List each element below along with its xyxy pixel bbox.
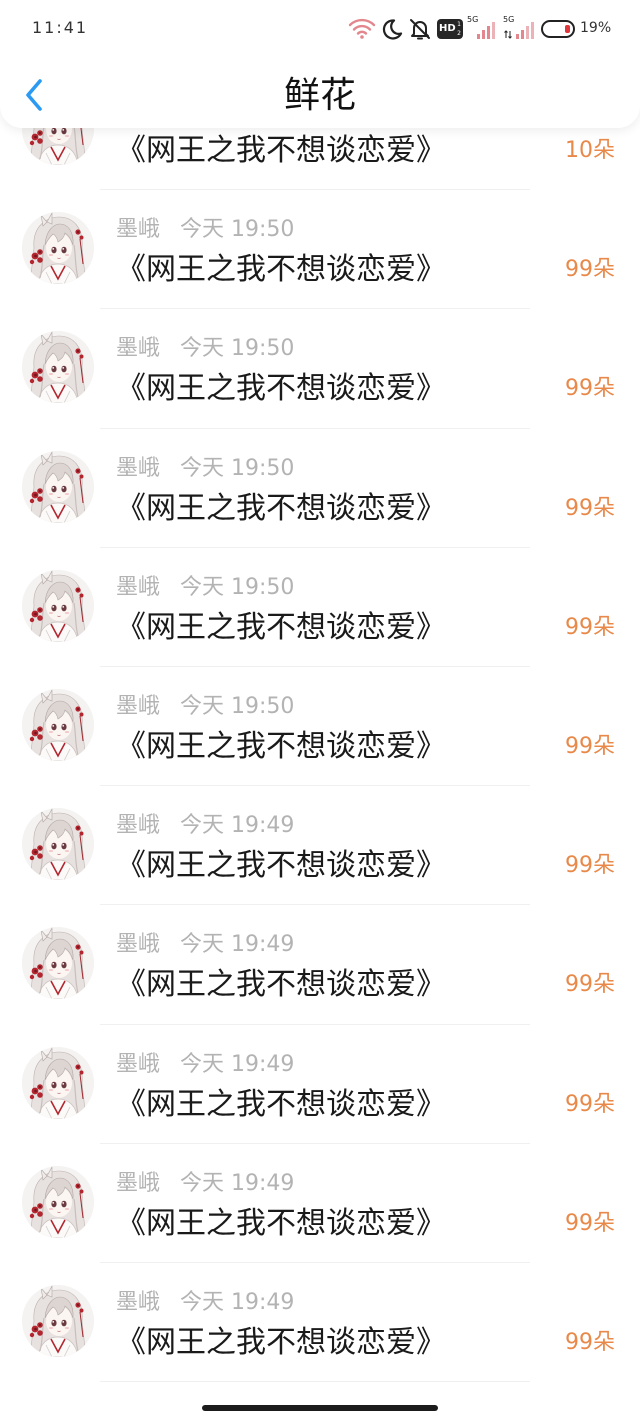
flower-gift-list[interactable]: 《网王之我不想谈恋爱》 10朵 墨峨 今天 19:50 《网王之我不想谈恋爱》 9…: [0, 71, 640, 1383]
list-item[interactable]: 墨峨 今天 19:49 《网王之我不想谈恋爱》 99朵: [0, 1025, 640, 1144]
book-title: 《网王之我不想谈恋爱》: [116, 848, 446, 884]
sender-name: 墨峨: [116, 1051, 161, 1077]
book-title: 《网王之我不想谈恋爱》: [116, 490, 446, 526]
gift-time: 今天 19:49: [180, 932, 295, 958]
hd-label: HD: [439, 23, 456, 34]
list-item[interactable]: 墨峨 今天 19:49 《网王之我不想谈恋爱》 99朵: [0, 1144, 640, 1264]
sender-name: 墨峨: [116, 336, 161, 362]
wifi-icon: [348, 18, 376, 39]
home-indicator[interactable]: [202, 1405, 438, 1411]
network-type-label: 5G: [503, 15, 515, 24]
flower-count: 99朵: [565, 1091, 615, 1117]
gift-time: 今天 19:49: [180, 1170, 295, 1196]
battery-level: [565, 25, 570, 33]
avatar[interactable]: [22, 927, 94, 1000]
sender-name: 墨峨: [116, 813, 161, 839]
book-title: 《网王之我不想谈恋爱》: [116, 133, 446, 168]
flower-count: 99朵: [565, 1329, 615, 1355]
signal-sim2: 5G: [503, 15, 536, 41]
sender-name: 墨峨: [116, 1170, 161, 1196]
gift-meta: 墨峨 今天 19:50: [116, 336, 294, 362]
flower-count: 10朵: [565, 138, 615, 163]
gift-meta: 墨峨 今天 19:49: [116, 813, 294, 839]
data-activity-icon: [504, 30, 512, 39]
book-title: 《网王之我不想谈恋爱》: [116, 967, 446, 1003]
flower-count: 99朵: [565, 614, 615, 640]
hd-sim-bottom: 2: [457, 30, 461, 37]
list-item[interactable]: 墨峨 今天 19:49 《网王之我不想谈恋爱》 99朵: [0, 905, 640, 1025]
hd-icon: HD 1 2: [437, 19, 463, 39]
gift-meta: 墨峨 今天 19:49: [116, 1290, 294, 1316]
sender-name: 墨峨: [116, 455, 161, 481]
avatar[interactable]: [22, 450, 94, 523]
book-title: 《网王之我不想谈恋爱》: [116, 252, 446, 288]
gift-time: 今天 19:50: [180, 336, 295, 362]
gift-time: 今天 19:50: [180, 574, 295, 600]
flower-count: 99朵: [565, 495, 615, 521]
sender-name: 墨峨: [116, 1289, 161, 1315]
gift-meta: 墨峨 今天 19:49: [116, 1171, 294, 1197]
gift-time: 今天 19:50: [180, 455, 295, 481]
gift-meta: 墨峨 今天 19:50: [116, 456, 294, 482]
flower-count: 99朵: [565, 1210, 615, 1236]
list-item[interactable]: 墨峨 今天 19:50 《网王之我不想谈恋爱》 99朵: [0, 667, 640, 787]
battery-icon: [541, 20, 575, 38]
avatar[interactable]: [22, 1046, 94, 1119]
moon-icon: [382, 19, 403, 40]
signal-bars-icon: [516, 22, 534, 39]
list-item[interactable]: 墨峨 今天 19:50 《网王之我不想谈恋爱》 99朵: [0, 190, 640, 310]
app-header: 11:41 HD 1 2 5G 5G 19% 鲜花: [0, 0, 640, 128]
avatar[interactable]: [22, 688, 94, 761]
flower-count: 99朵: [565, 972, 615, 998]
battery-percent: 19%: [580, 20, 612, 36]
flower-count: 99朵: [565, 853, 615, 879]
signal-sim1: 5G: [467, 15, 497, 41]
sender-name: 墨峨: [116, 932, 161, 958]
status-time: 11:41: [32, 18, 89, 37]
list-item[interactable]: 墨峨 今天 19:50 《网王之我不想谈恋爱》 99朵: [0, 548, 640, 668]
book-title: 《网王之我不想谈恋爱》: [116, 1086, 446, 1122]
book-title: 《网王之我不想谈恋爱》: [116, 371, 446, 407]
hd-sim-top: 1: [457, 21, 461, 28]
list-item[interactable]: 墨峨 今天 19:50 《网王之我不想谈恋爱》 99朵: [0, 309, 640, 429]
gift-meta: 墨峨 今天 19:49: [116, 1052, 294, 1078]
sender-name: 墨峨: [116, 217, 161, 243]
avatar[interactable]: [22, 808, 94, 881]
list-item[interactable]: 墨峨 今天 19:49 《网王之我不想谈恋爱》 99朵: [0, 1263, 640, 1383]
gift-meta: 墨峨 今天 19:50: [116, 694, 294, 720]
avatar[interactable]: [22, 569, 94, 642]
list-item[interactable]: 墨峨 今天 19:50 《网王之我不想谈恋爱》 99朵: [0, 429, 640, 548]
flower-count: 99朵: [565, 376, 615, 402]
book-title: 《网王之我不想谈恋爱》: [116, 728, 446, 764]
avatar[interactable]: [22, 1165, 94, 1238]
sender-name: 墨峨: [116, 574, 161, 600]
gift-time: 今天 19:49: [180, 813, 295, 839]
bell-off-icon: [410, 19, 430, 40]
gift-time: 今天 19:49: [180, 1051, 295, 1077]
sender-name: 墨峨: [116, 693, 161, 719]
flower-count: 99朵: [565, 733, 615, 759]
gift-meta: 墨峨 今天 19:50: [116, 575, 294, 601]
flower-count: 99朵: [565, 257, 615, 283]
avatar[interactable]: [22, 331, 94, 404]
list-item[interactable]: 墨峨 今天 19:49 《网王之我不想谈恋爱》 99朵: [0, 786, 640, 906]
page-title: 鲜花: [283, 75, 356, 116]
avatar[interactable]: [22, 212, 94, 285]
gift-time: 今天 19:50: [180, 217, 295, 243]
gift-time: 今天 19:49: [180, 1289, 295, 1315]
gift-time: 今天 19:50: [180, 693, 295, 719]
avatar[interactable]: [22, 1284, 94, 1357]
gift-meta: 墨峨 今天 19:49: [116, 932, 294, 958]
book-title: 《网王之我不想谈恋爱》: [116, 1205, 446, 1241]
book-title: 《网王之我不想谈恋爱》: [116, 1324, 446, 1360]
book-title: 《网王之我不想谈恋爱》: [116, 609, 446, 645]
gift-meta: 墨峨 今天 19:50: [116, 217, 294, 243]
signal-bars-icon: [477, 22, 495, 39]
